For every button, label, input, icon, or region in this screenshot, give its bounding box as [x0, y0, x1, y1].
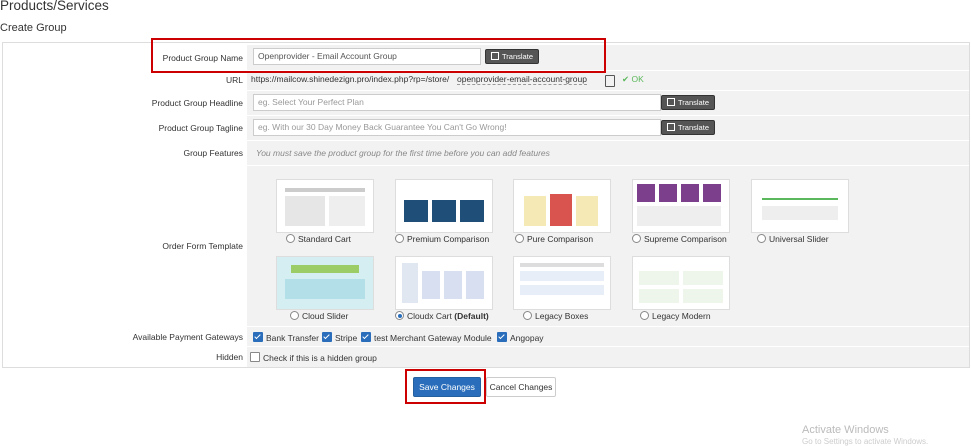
gateway-checkbox[interactable] — [497, 332, 507, 342]
save-changes-button[interactable]: Save Changes — [413, 377, 481, 397]
features-row: Group Features You must save the product… — [3, 141, 969, 165]
template-option[interactable]: Cloud Slider — [276, 256, 374, 321]
translate-label: Translate — [678, 98, 709, 107]
url-slug[interactable]: openprovider-email-account-group — [457, 74, 587, 85]
page-subtitle: Create Group — [0, 22, 67, 34]
template-radio[interactable] — [290, 311, 299, 320]
url-base: https://mailcow.shinedezign.pro/index.ph… — [251, 74, 450, 84]
template-thumbnail[interactable] — [276, 179, 374, 233]
edit-icon — [667, 98, 675, 106]
tagline-input[interactable]: eg. With our 30 Day Money Back Guarantee… — [253, 119, 661, 136]
gateway-checkbox[interactable] — [253, 332, 263, 342]
template-option[interactable]: Supreme Comparison — [632, 179, 730, 244]
template-thumbnail[interactable] — [395, 179, 493, 233]
headline-input[interactable]: eg. Select Your Perfect Plan — [253, 94, 661, 111]
cancel-changes-button[interactable]: Cancel Changes — [486, 377, 556, 397]
template-thumbnail[interactable] — [632, 256, 730, 310]
template-name: Standard Cart — [298, 234, 351, 244]
gateway-option[interactable]: test Merchant Gateway Module — [361, 332, 492, 343]
gateway-checkbox[interactable] — [361, 332, 371, 342]
gateway-checkbox[interactable] — [322, 332, 332, 342]
template-name: Supreme Comparison — [644, 234, 727, 244]
activation-watermark-title: Activate Windows — [802, 424, 889, 436]
template-radio[interactable] — [395, 311, 404, 320]
hidden-checkbox[interactable] — [250, 352, 260, 362]
template-radio[interactable] — [640, 311, 649, 320]
headline-row: Product Group Headline eg. Select Your P… — [3, 91, 969, 115]
template-radio[interactable] — [632, 234, 641, 243]
create-group-form: Product Group Name Openprovider - Email … — [2, 42, 970, 368]
url-status-text: OK — [631, 74, 644, 84]
headline-label: Product Group Headline — [151, 98, 243, 108]
template-option[interactable]: Standard Cart — [276, 179, 374, 244]
gateway-name: test Merchant Gateway Module — [374, 333, 492, 343]
tagline-translate-button[interactable]: Translate — [661, 120, 715, 135]
template-thumbnail[interactable] — [395, 256, 493, 310]
url-row: URL https://mailcow.shinedezign.pro/inde… — [3, 71, 969, 90]
template-radio[interactable] — [286, 234, 295, 243]
gateway-option[interactable]: Stripe — [322, 332, 357, 343]
template-option[interactable]: Legacy Boxes — [513, 256, 611, 321]
gateways-row: Available Payment Gateways Bank Transfer… — [3, 327, 969, 346]
gateway-name: Stripe — [335, 333, 358, 343]
headline-translate-button[interactable]: Translate — [661, 95, 715, 110]
gateway-option[interactable]: Bank Transfer — [253, 332, 319, 343]
template-thumbnail[interactable] — [632, 179, 730, 233]
gateway-option[interactable]: Angopay — [497, 332, 544, 343]
template-name: Pure Comparison — [527, 234, 594, 244]
template-name: Premium Comparison — [407, 234, 490, 244]
template-name: Legacy Boxes — [535, 311, 589, 321]
gateway-name: Angopay — [510, 333, 544, 343]
template-option[interactable]: Premium Comparison — [395, 179, 493, 244]
tagline-row: Product Group Tagline eg. With our 30 Da… — [3, 116, 969, 140]
templates-row: Order Form Template Standard Cart Premiu… — [3, 166, 969, 326]
template-radio[interactable] — [523, 311, 532, 320]
template-thumbnail[interactable] — [751, 179, 849, 233]
gateway-name: Bank Transfer — [266, 333, 319, 343]
tagline-label: Product Group Tagline — [158, 123, 243, 133]
template-option[interactable]: Legacy Modern — [632, 256, 730, 321]
url-label: URL — [225, 75, 243, 85]
template-option[interactable]: Pure Comparison — [513, 179, 611, 244]
translate-label: Translate — [678, 123, 709, 132]
template-name: Universal Slider — [769, 234, 829, 244]
template-name: Cloudx Cart — [407, 311, 452, 321]
template-radio[interactable] — [515, 234, 524, 243]
template-radio[interactable] — [757, 234, 766, 243]
templates-label: Order Form Template — [162, 241, 243, 251]
features-label: Group Features — [183, 148, 243, 158]
hidden-option[interactable]: Check if this is a hidden group — [250, 352, 377, 363]
hidden-checkbox-label: Check if this is a hidden group — [263, 353, 377, 363]
gateways-label: Available Payment Gateways — [132, 332, 243, 342]
clipboard-icon[interactable] — [605, 75, 615, 87]
hidden-row: Hidden Check if this is a hidden group — [3, 347, 969, 367]
template-thumbnail[interactable] — [276, 256, 374, 310]
page-title: Products/Services — [0, 0, 109, 13]
highlight-box — [151, 38, 606, 73]
template-name: Legacy Modern — [652, 311, 711, 321]
hidden-label: Hidden — [216, 352, 243, 362]
features-note: You must save the product group for the … — [256, 148, 550, 158]
edit-icon — [667, 123, 675, 131]
template-radio[interactable] — [395, 234, 404, 243]
url-status: ✔ OK — [622, 74, 644, 84]
template-default-tag: (Default) — [454, 311, 489, 321]
template-thumbnail[interactable] — [513, 179, 611, 233]
template-thumbnail[interactable] — [513, 256, 611, 310]
template-option[interactable]: Cloudx Cart (Default) — [395, 256, 493, 321]
template-option[interactable]: Universal Slider — [751, 179, 849, 244]
template-name: Cloud Slider — [302, 311, 349, 321]
